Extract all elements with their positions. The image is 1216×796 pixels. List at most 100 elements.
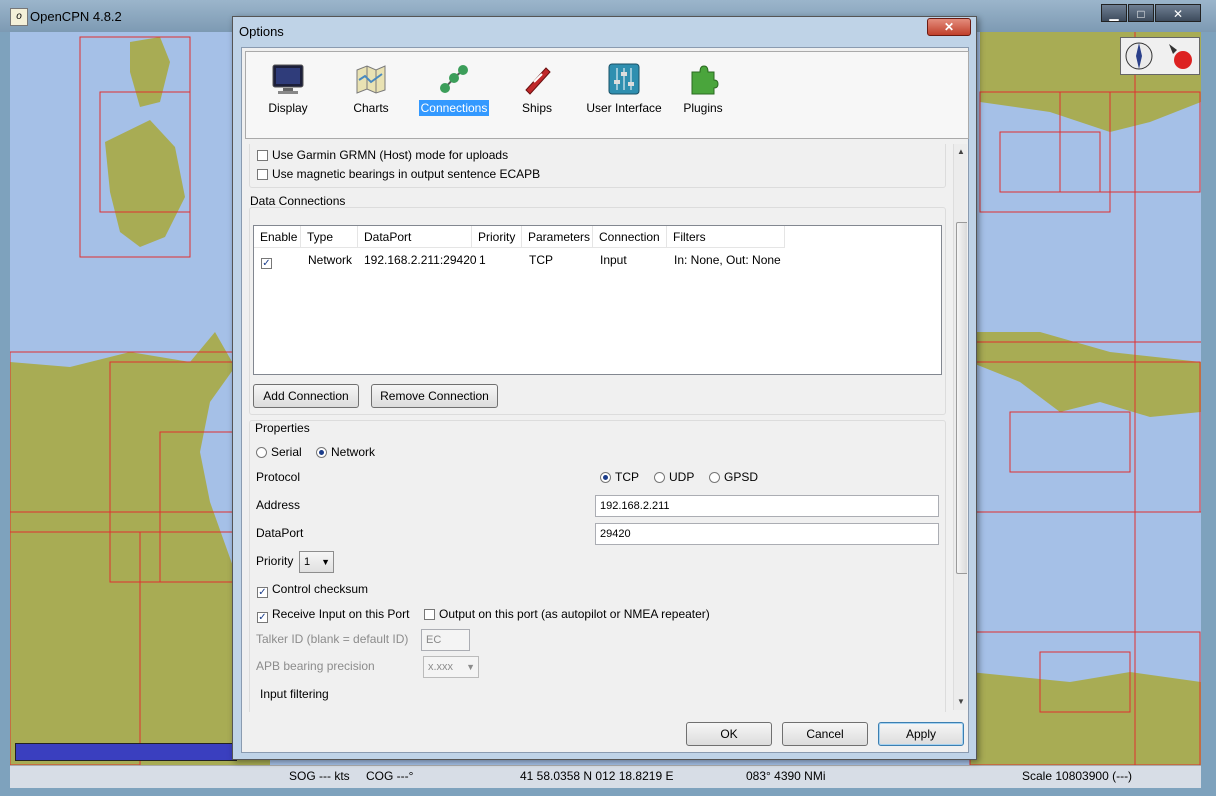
- charts-icon: [356, 65, 386, 94]
- serial-label: Serial: [271, 445, 302, 459]
- magnetic-label: Use magnetic bearings in output sentence…: [272, 167, 541, 181]
- table-row[interactable]: Network 192.168.2.211:29420 1 TCP Input …: [254, 226, 785, 276]
- row-dataport: 192.168.2.211:29420: [364, 253, 477, 267]
- connections-scroll-panel[interactable]: Use Garmin GRMN (Host) mode for uploads …: [245, 144, 967, 712]
- network-option[interactable]: Network: [316, 445, 375, 459]
- row-parameters: TCP: [529, 253, 553, 267]
- row-filters: In: None, Out: None: [674, 253, 781, 267]
- network-radio[interactable]: [316, 447, 327, 458]
- dataport-field[interactable]: 29420: [595, 523, 939, 545]
- magnetic-checkbox[interactable]: [257, 169, 268, 180]
- row-connection: Input: [600, 253, 627, 267]
- row-priority: 1: [479, 253, 486, 267]
- scroll-up-icon[interactable]: ▲: [957, 147, 965, 156]
- garmin-checkbox[interactable]: [257, 150, 268, 161]
- tab-ships[interactable]: Ships: [501, 62, 573, 116]
- magnetic-option[interactable]: Use magnetic bearings in output sentence…: [257, 167, 540, 181]
- tcp-radio[interactable]: [600, 472, 611, 483]
- tab-user-interface-label: User Interface: [586, 101, 662, 115]
- control-checksum-checkbox[interactable]: [257, 587, 268, 598]
- tab-connections-label: Connections: [418, 100, 490, 116]
- receive-input-checkbox[interactable]: [257, 612, 268, 623]
- properties-title: Properties: [255, 421, 310, 435]
- protocol-tcp-option[interactable]: TCP: [600, 470, 639, 484]
- apply-button[interactable]: Apply: [878, 722, 964, 746]
- apb-precision-value: x.xxx: [428, 661, 454, 673]
- tab-display[interactable]: Display: [252, 62, 324, 116]
- udp-radio[interactable]: [654, 472, 665, 483]
- options-toolbook: Display Charts Connections Ships User In…: [245, 51, 969, 139]
- talker-id-label: Talker ID (blank = default ID): [256, 632, 409, 646]
- gpsd-radio[interactable]: [709, 472, 720, 483]
- tcp-label: TCP: [615, 470, 639, 484]
- output-port-option[interactable]: Output on this port (as autopilot or NME…: [424, 607, 710, 621]
- tab-plugins-label: Plugins: [683, 101, 723, 115]
- dialog-client: Display Charts Connections Ships User In…: [241, 47, 969, 753]
- tab-ships-label: Ships: [521, 101, 553, 115]
- tab-display-label: Display: [268, 101, 308, 115]
- status-sog: SOG --- kts: [289, 769, 350, 783]
- compass-widget[interactable]: [1120, 37, 1200, 75]
- connections-icon: [440, 65, 468, 93]
- connections-table[interactable]: Enable Type DataPort Priority Parameters…: [253, 225, 942, 375]
- puzzle-icon: [691, 65, 719, 95]
- address-field[interactable]: 192.168.2.211: [595, 495, 939, 517]
- tab-charts[interactable]: Charts: [335, 62, 407, 116]
- dialog-close-button[interactable]: ✕: [927, 18, 971, 36]
- talker-id-field[interactable]: EC: [421, 629, 470, 651]
- tab-plugins[interactable]: Plugins: [667, 62, 739, 116]
- main-close-button[interactable]: ✕: [1155, 4, 1201, 22]
- network-label: Network: [331, 445, 376, 459]
- serial-radio[interactable]: [256, 447, 267, 458]
- scrollbar-thumb[interactable]: [956, 222, 967, 574]
- serial-option[interactable]: Serial: [256, 445, 302, 459]
- garmin-option[interactable]: Use Garmin GRMN (Host) mode for uploads: [257, 148, 508, 162]
- priority-value: 1: [304, 556, 311, 568]
- minimize-button[interactable]: ▁: [1101, 4, 1127, 22]
- status-scale: Scale 10803900 (---): [1022, 769, 1133, 783]
- dataport-label: DataPort: [256, 526, 304, 540]
- remove-connection-button[interactable]: Remove Connection: [371, 384, 498, 408]
- status-cog: COG ---°: [366, 769, 414, 783]
- status-bearing: 083° 4390 NMi: [746, 769, 826, 783]
- status-position: 41 58.0358 N 012 18.8219 E: [520, 769, 674, 783]
- add-connection-button[interactable]: Add Connection: [253, 384, 359, 408]
- apb-precision-label: APB bearing precision: [256, 659, 375, 673]
- maximize-button[interactable]: □: [1128, 4, 1154, 22]
- protocol-label: Protocol: [256, 470, 301, 484]
- ok-button[interactable]: OK: [686, 722, 772, 746]
- gpsd-label: GPSD: [724, 470, 759, 484]
- protocol-udp-option[interactable]: UDP: [654, 470, 694, 484]
- tab-charts-label: Charts: [353, 101, 389, 115]
- scroll-down-icon[interactable]: ▼: [957, 697, 965, 706]
- vertical-scrollbar[interactable]: ▲ ▼: [953, 144, 967, 710]
- apb-precision-select[interactable]: x.xxx ▼: [423, 656, 479, 678]
- tab-user-interface[interactable]: User Interface: [584, 62, 664, 116]
- control-checksum-option[interactable]: Control checksum: [257, 582, 368, 598]
- options-dialog: Options ✕ Display Charts Connections Shi…: [232, 16, 977, 760]
- tab-connections[interactable]: Connections: [418, 62, 490, 116]
- monitor-icon: [272, 64, 304, 94]
- main-window-title: OpenCPN 4.8.2: [30, 9, 122, 24]
- priority-select[interactable]: 1 ▼: [299, 551, 334, 573]
- address-label: Address: [256, 498, 301, 512]
- cancel-button[interactable]: Cancel: [782, 722, 868, 746]
- receive-input-option[interactable]: Receive Input on this Port: [257, 607, 409, 623]
- receive-input-label: Receive Input on this Port: [272, 607, 410, 621]
- input-filtering-title: Input filtering: [260, 687, 329, 701]
- chevron-down-icon: ▼: [321, 557, 330, 567]
- protocol-gpsd-option[interactable]: GPSD: [709, 470, 758, 484]
- priority-label: Priority: [256, 554, 294, 568]
- dialog-title: Options: [239, 24, 284, 39]
- app-icon: o: [10, 8, 28, 26]
- control-checksum-label: Control checksum: [272, 582, 369, 596]
- garmin-label: Use Garmin GRMN (Host) mode for uploads: [272, 148, 509, 162]
- ship-icon: [525, 67, 551, 95]
- row-type: Network: [308, 253, 353, 267]
- data-connections-title: Data Connections: [250, 194, 346, 208]
- row-enable-checkbox[interactable]: [261, 253, 276, 269]
- output-port-checkbox[interactable]: [424, 609, 435, 620]
- output-port-label: Output on this port (as autopilot or NME…: [439, 607, 710, 621]
- udp-label: UDP: [669, 470, 695, 484]
- chevron-down-icon: ▼: [466, 662, 475, 672]
